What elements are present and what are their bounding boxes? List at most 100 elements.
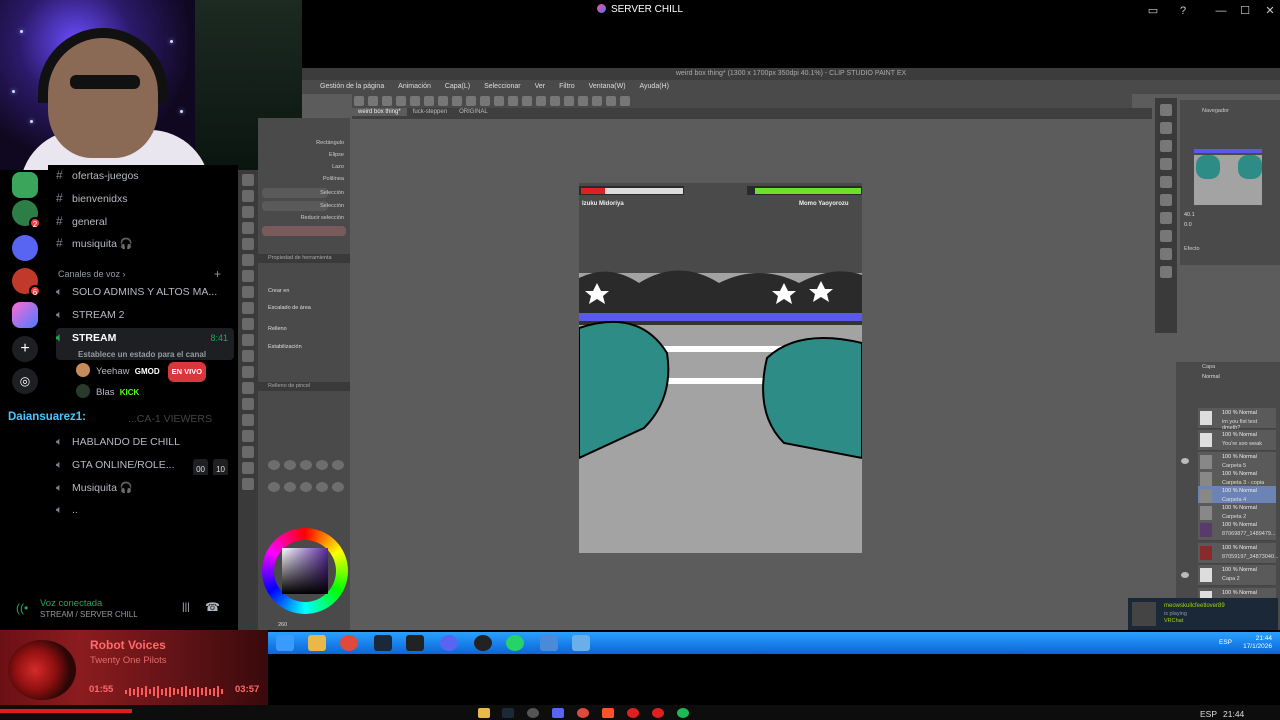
chrome-icon[interactable]: [577, 708, 589, 718]
add-channel-icon[interactable]: +: [214, 267, 221, 281]
menu-item[interactable]: Seleccionar: [484, 83, 521, 90]
subtool-selected[interactable]: [262, 226, 346, 236]
dock-icon[interactable]: [1160, 140, 1172, 152]
dock-icon[interactable]: [1160, 194, 1172, 206]
pen-tool-icon[interactable]: [242, 238, 254, 250]
selection-tool-icon[interactable]: [242, 174, 254, 186]
start-icon[interactable]: [276, 635, 294, 651]
text-tool-icon[interactable]: [242, 382, 254, 394]
folder-icon[interactable]: [478, 708, 490, 718]
blend-mode-select[interactable]: Normal: [1202, 374, 1220, 380]
tool-icon[interactable]: [242, 414, 254, 426]
menu-item[interactable]: Animación: [398, 83, 431, 90]
voice-category[interactable]: Canales de voz ›: [58, 269, 126, 279]
brush-size-chip[interactable]: [300, 460, 312, 470]
language-indicator[interactable]: ESP: [1219, 639, 1232, 646]
youtube-icon[interactable]: [627, 708, 639, 718]
voice-channel-stream[interactable]: 🔈︎ STREAM 8:41 Establece un estado para e…: [56, 328, 234, 360]
voice-channel-gta[interactable]: 🔈︎ GTA ONLINE/ROLE... 00 10: [56, 455, 234, 475]
channel-status[interactable]: Establece un estado para el canal: [78, 345, 206, 360]
voice-channel-hablando[interactable]: 🔈︎ HABLANDO DE CHILL: [56, 432, 234, 452]
brush-stroke-preview[interactable]: [262, 201, 328, 211]
brush-tool-icon[interactable]: [242, 270, 254, 282]
color-square[interactable]: [282, 548, 328, 594]
voice-channel-stream-2[interactable]: 🔈︎ STREAM 2: [56, 305, 234, 325]
menu-item[interactable]: Ayuda(H): [640, 83, 669, 90]
color-swatch-icon[interactable]: [242, 478, 254, 490]
discover-icon[interactable]: ◎: [12, 368, 38, 394]
brush-size-chip[interactable]: [268, 460, 280, 470]
taskbar-clock[interactable]: 21:44 17/1/2026: [1243, 635, 1272, 651]
brush-size-chip[interactable]: [332, 482, 344, 492]
taskbar-clock[interactable]: 21:44: [1223, 709, 1244, 719]
help-icon[interactable]: ?: [1175, 3, 1191, 19]
menu-item[interactable]: Ventana(W): [589, 83, 626, 90]
doc-tab[interactable]: ORIGINAL: [453, 108, 494, 116]
menu-item[interactable]: Gestión de la página: [320, 83, 384, 90]
dock-icon[interactable]: [1160, 212, 1172, 224]
layer-row[interactable]: 100 % Normal You're soo weak: [1198, 430, 1276, 451]
app-icon[interactable]: [540, 635, 558, 651]
discord-icon[interactable]: [440, 635, 458, 651]
brush-size-chip[interactable]: [300, 482, 312, 492]
app-icon[interactable]: [572, 635, 590, 651]
tool-icon[interactable]: [242, 318, 254, 330]
voice-channel-dots[interactable]: 🔈︎..: [56, 500, 234, 520]
tool-icon[interactable]: [242, 286, 254, 298]
visibility-eye-icon[interactable]: [1181, 458, 1189, 464]
disconnect-icon[interactable]: ☎: [205, 600, 220, 614]
tool-icon[interactable]: [242, 446, 254, 458]
app-icon[interactable]: [406, 635, 424, 651]
dock-icon[interactable]: [1160, 122, 1172, 134]
dock-icon[interactable]: [1160, 158, 1172, 170]
tool-icon[interactable]: [242, 206, 254, 218]
add-server-icon[interactable]: +: [12, 336, 38, 362]
visibility-eye-icon[interactable]: [1181, 572, 1189, 578]
color-wheel[interactable]: [262, 528, 348, 614]
tool-icon[interactable]: [242, 462, 254, 474]
inbox-icon[interactable]: ▭: [1145, 3, 1161, 19]
brush-size-chip[interactable]: [284, 460, 296, 470]
tool-icon[interactable]: [242, 398, 254, 410]
tool-icon[interactable]: [242, 430, 254, 442]
brush-size-chip[interactable]: [316, 460, 328, 470]
chrome-icon[interactable]: [340, 635, 358, 651]
layer-row[interactable]: 100 % Normal 87069877_1489479...: [1198, 520, 1276, 541]
dock-icon[interactable]: [1160, 176, 1172, 188]
channel-bienvenidxs[interactable]: # bienvenidxs: [56, 188, 234, 208]
subtool-item[interactable]: Selección: [320, 203, 344, 209]
voice-channel-admins[interactable]: 🔈︎ SOLO ADMINS Y ALTOS MA...: [56, 282, 234, 302]
server-folder-icon[interactable]: [12, 235, 38, 261]
dock-icon[interactable]: [1160, 248, 1172, 260]
channel-ofertas-juegos[interactable]: # ofertas-juegos: [56, 165, 234, 185]
close-button[interactable]: ✕: [1262, 3, 1278, 19]
voice-user-yeehaw[interactable]: Yeehaw GMOD EN VIVO: [76, 362, 207, 382]
app-icon[interactable]: [652, 708, 664, 718]
tool-icon[interactable]: [242, 254, 254, 266]
doc-tab[interactable]: fuck-steppen: [407, 108, 453, 116]
tool-icon[interactable]: [242, 350, 254, 362]
brush-stroke-preview[interactable]: [262, 188, 328, 198]
eraser-tool-icon[interactable]: [242, 302, 254, 314]
drawing-canvas[interactable]: Izuku Midoriya Momo Yaoyorozu: [579, 183, 862, 553]
steam-icon[interactable]: [374, 635, 392, 651]
voice-channel-musiquita[interactable]: 🔈︎ Musiquita 🎧: [56, 478, 234, 498]
brave-icon[interactable]: [602, 708, 614, 718]
app-icon[interactable]: [527, 708, 539, 718]
dock-icon[interactable]: [1160, 230, 1172, 242]
subtool-item[interactable]: Reducir selección: [301, 215, 344, 221]
voice-channel-viewers[interactable]: ...CA-1 VIEWERS: [128, 409, 228, 429]
brush-size-chip[interactable]: [268, 482, 280, 492]
app-icon[interactable]: [474, 635, 492, 651]
channel-general[interactable]: # general: [56, 211, 234, 231]
server-icon[interactable]: 6: [12, 268, 41, 297]
brush-size-chip[interactable]: [316, 482, 328, 492]
whatsapp-icon[interactable]: [506, 635, 524, 651]
steam-icon[interactable]: [502, 708, 514, 718]
tool-icon[interactable]: [242, 222, 254, 234]
spotify-icon[interactable]: [677, 708, 689, 718]
subtool-item[interactable]: Rectángulo: [316, 140, 344, 146]
steam-notification[interactable]: meowskullcfeetlover89 is playing VRChat: [1128, 598, 1278, 630]
discord-icon[interactable]: [552, 708, 564, 718]
folder-icon[interactable]: [308, 635, 326, 651]
